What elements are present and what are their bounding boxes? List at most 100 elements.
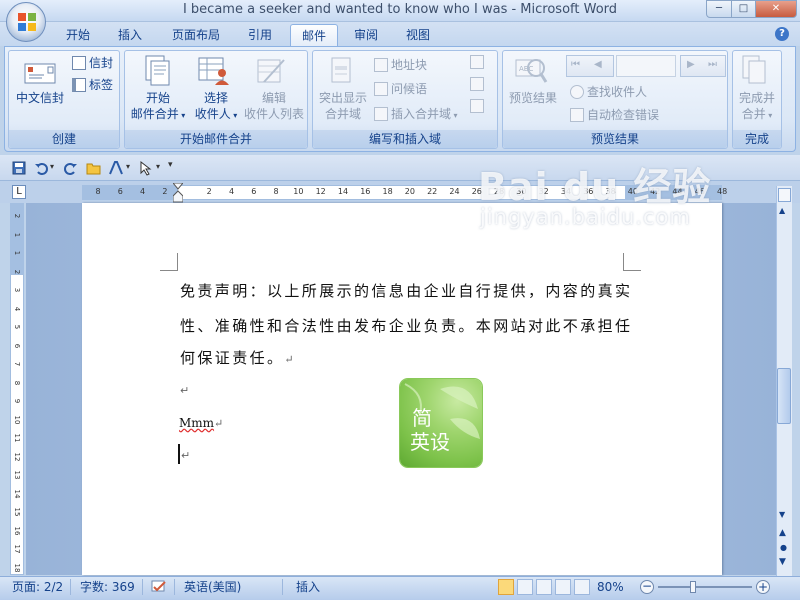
envelope-small-icon	[72, 56, 86, 70]
label-icon	[72, 78, 86, 92]
ruler-number: 10	[293, 187, 304, 196]
vertical-ruler-number: 2	[13, 269, 21, 274]
highlight-merge-fields-icon	[331, 57, 351, 83]
tab-insert[interactable]: 插入	[108, 24, 152, 46]
envelopes-label: 信封	[89, 56, 114, 70]
previous-page-icon[interactable]: ▲	[779, 528, 786, 538]
select-recipients-line1: 选择	[203, 91, 228, 105]
dropdown-arrow-icon: ▾	[451, 111, 458, 120]
record-number-input[interactable]	[616, 55, 676, 77]
save-icon[interactable]	[12, 161, 26, 175]
redo-icon[interactable]	[64, 161, 78, 175]
jianyingshe-logo-image[interactable]: 简 英设	[400, 379, 482, 467]
indent-marker-icon[interactable]	[173, 183, 183, 203]
select-recipients-icon	[198, 57, 229, 85]
cursor-paragraph-mark: ↵	[181, 449, 191, 462]
select-objects-icon[interactable]	[138, 160, 154, 176]
scroll-down-icon[interactable]: ▼	[779, 510, 785, 519]
web-layout-icon[interactable]	[536, 579, 552, 595]
customize-qat-icon[interactable]: ▾	[168, 160, 173, 170]
close-button[interactable]: ✕	[755, 0, 797, 18]
dropdown-arrow-icon: ▾	[230, 111, 238, 120]
zoom-slider-track[interactable]	[658, 586, 752, 588]
last-record-icon[interactable]: ⏭	[708, 59, 717, 70]
insert-merge-field-icon	[374, 107, 388, 121]
format-dropdown-icon[interactable]: ▾	[126, 162, 130, 171]
vertical-ruler-number: 12	[13, 452, 21, 461]
next-page-icon[interactable]: ▼	[779, 557, 786, 567]
auto-check-label: 自动检查错误	[587, 108, 660, 122]
ruler-number: 4	[228, 187, 235, 196]
envelopes-button[interactable]: 信封	[72, 53, 113, 73]
auto-check-errors-button[interactable]: 自动检查错误	[570, 105, 659, 125]
help-icon[interactable]: ?	[775, 27, 789, 41]
status-separator	[282, 579, 283, 595]
outline-view-icon[interactable]	[555, 579, 571, 595]
highlight-line1: 突出显示	[318, 91, 367, 105]
envelope-icon	[24, 63, 56, 84]
vertical-ruler-number: 1	[13, 232, 21, 237]
tab-page-layout[interactable]: 页面布局	[162, 24, 230, 46]
vertical-ruler-number: 6	[13, 343, 21, 348]
group-start-merge-label: 开始邮件合并	[125, 130, 307, 148]
select-recipients-button[interactable]: 选择 收件人 ▾	[188, 90, 244, 124]
finish-line1: 完成并	[738, 91, 775, 105]
edit-recipient-list-button[interactable]: 编辑 收件人列表	[242, 90, 306, 122]
update-labels-icon[interactable]	[470, 99, 484, 113]
undo-icon[interactable]	[34, 161, 48, 175]
start-merge-line1: 开始	[145, 91, 170, 105]
disclaimer-line-2: 性、准确性和合法性由发布企业负责。本网站对此不承担任	[180, 317, 633, 335]
scroll-up-icon[interactable]: ▲	[779, 206, 785, 215]
select-dropdown-icon[interactable]: ▾	[156, 162, 160, 171]
find-recipient-icon	[570, 85, 584, 99]
address-block-icon	[374, 58, 388, 72]
start-mail-merge-button[interactable]: 开始 邮件合并 ▾	[128, 90, 188, 124]
zoom-level[interactable]: 80%	[597, 578, 624, 596]
office-button[interactable]	[6, 2, 46, 42]
scrollbar-thumb[interactable]	[777, 368, 791, 424]
undo-dropdown-icon[interactable]: ▾	[50, 162, 54, 171]
maximize-button[interactable]: □	[731, 0, 756, 18]
tab-review[interactable]: 审阅	[344, 24, 388, 46]
ruler-toggle-icon[interactable]	[778, 188, 791, 202]
ruler-number: 6	[117, 187, 123, 196]
next-record-icon[interactable]: ▶	[687, 59, 695, 70]
proofing-icon[interactable]	[150, 579, 168, 595]
highlight-merge-fields-button[interactable]: 突出显示 合并域	[314, 90, 372, 122]
draft-view-icon[interactable]	[574, 579, 590, 595]
tab-view[interactable]: 视图	[396, 24, 440, 46]
zoom-slider-thumb[interactable]	[690, 581, 696, 593]
find-recipient-button[interactable]: 查找收件人	[570, 82, 647, 102]
address-block-button[interactable]: 地址块	[374, 55, 427, 75]
page-count[interactable]: 页面: 2/2	[12, 578, 63, 596]
tab-selector[interactable]: L	[12, 185, 26, 199]
minimize-button[interactable]: ─	[706, 0, 732, 18]
chinese-envelope-button[interactable]: 中文信封	[10, 90, 70, 106]
preview-results-button[interactable]: 预览结果	[504, 90, 562, 106]
insert-merge-field-button[interactable]: 插入合并域 ▾	[374, 104, 458, 124]
print-layout-view-icon[interactable]	[498, 579, 514, 595]
previous-record-icon[interactable]: ◀	[594, 59, 602, 70]
open-folder-icon[interactable]	[86, 161, 102, 175]
ruler-number: 18	[382, 187, 393, 196]
greeting-line-button[interactable]: 问候语	[374, 79, 427, 99]
tab-home[interactable]: 开始	[56, 24, 100, 46]
browse-object-icon[interactable]: ●	[780, 543, 787, 552]
zoom-out-button[interactable]: −	[640, 580, 654, 594]
zoom-in-button[interactable]: +	[756, 580, 770, 594]
tab-mailings[interactable]: 邮件	[290, 24, 338, 47]
disclaimer-line-3-text: 何保证责任。	[180, 349, 285, 367]
rules-icon[interactable]	[470, 55, 484, 69]
labels-button[interactable]: 标签	[72, 75, 113, 95]
tab-references[interactable]: 引用	[238, 24, 282, 46]
match-fields-icon[interactable]	[470, 77, 484, 91]
baidu-watermark-url: jingyan.baidu.com	[480, 205, 691, 229]
paragraph-format-icon[interactable]	[108, 160, 124, 176]
finish-merge-button[interactable]: 完成并 合并 ▾	[734, 90, 780, 124]
word-count[interactable]: 字数: 369	[80, 578, 135, 596]
first-record-icon[interactable]: ⏮	[571, 59, 580, 70]
insert-mode-indicator[interactable]: 插入	[296, 578, 320, 596]
ruler-number: 22	[427, 187, 438, 196]
language-indicator[interactable]: 英语(美国)	[184, 578, 241, 596]
full-screen-reading-icon[interactable]	[517, 579, 533, 595]
